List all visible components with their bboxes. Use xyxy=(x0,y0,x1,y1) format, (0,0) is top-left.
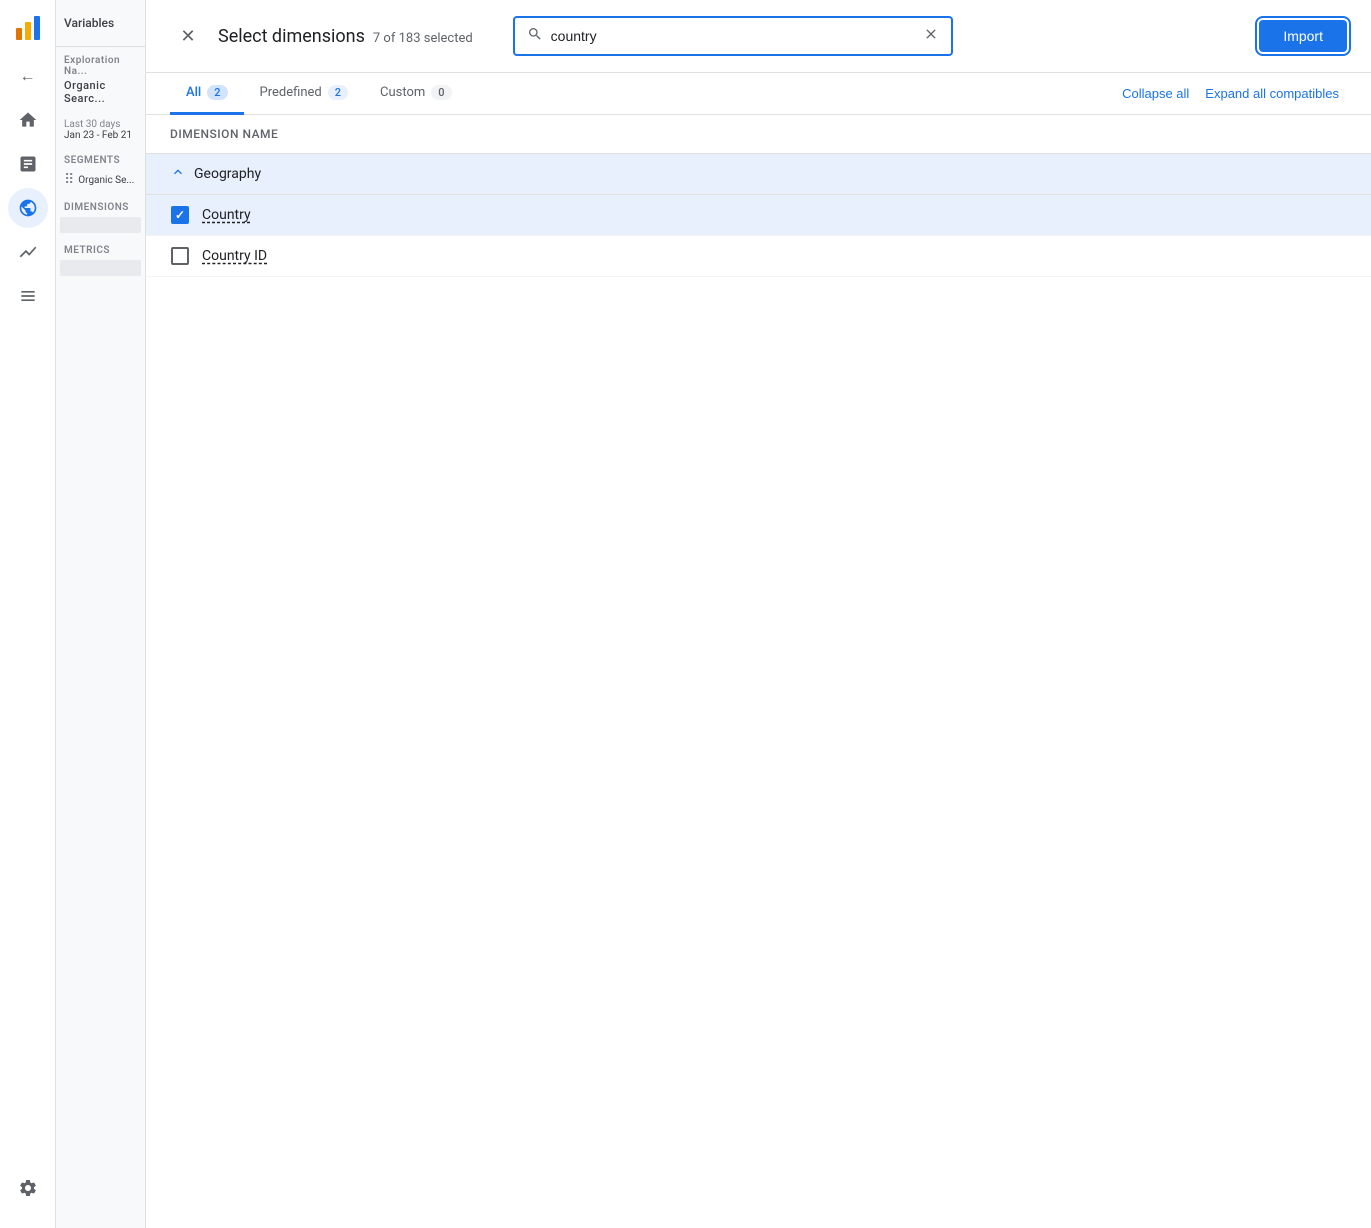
tab-all[interactable]: All 2 xyxy=(170,73,244,115)
country-id-checkbox[interactable] xyxy=(171,247,189,265)
sidebar-item-advertising[interactable] xyxy=(8,232,48,272)
collapse-all-button[interactable]: Collapse all xyxy=(1114,78,1197,109)
modal-title-area: Select dimensions 7 of 183 selected xyxy=(218,26,501,47)
country-id-dimension-row[interactable]: Country ID xyxy=(146,236,1371,277)
country-id-dimension-name: Country ID xyxy=(202,248,267,264)
tab-all-badge: 2 xyxy=(207,85,227,100)
exploration-value: Organic Searc... xyxy=(64,79,137,105)
tab-custom[interactable]: Custom 0 xyxy=(364,73,468,115)
exploration-section: Exploration Na... Organic Searc... xyxy=(56,47,145,113)
search-icon xyxy=(527,26,543,46)
country-checkbox[interactable]: ✓ xyxy=(171,206,189,224)
left-panel: Variables Exploration Na... Organic Sear… xyxy=(56,0,146,1228)
sidebar: ← xyxy=(0,0,56,1228)
modal-header: ✕ Select dimensions 7 of 183 selected Im… xyxy=(146,0,1371,73)
tab-all-label: All xyxy=(186,85,201,100)
country-id-checkbox-wrap[interactable] xyxy=(170,246,190,266)
app-logo xyxy=(8,8,48,48)
country-dimension-name: Country xyxy=(202,207,251,223)
dimensions-placeholder xyxy=(60,217,141,233)
dimension-name-header: Dimension name xyxy=(170,127,278,141)
date-range-value: Jan 23 - Feb 21 xyxy=(64,130,137,141)
country-checkbox-wrap[interactable]: ✓ xyxy=(170,205,190,225)
modal-title: Select dimensions xyxy=(218,26,365,47)
sidebar-item-home[interactable] xyxy=(8,100,48,140)
dimensions-table: Dimension name Geography ✓ Country Co xyxy=(146,115,1371,1228)
select-dimensions-modal: ✕ Select dimensions 7 of 183 selected Im… xyxy=(146,0,1371,1228)
sidebar-item-back[interactable]: ← xyxy=(8,56,48,96)
dimensions-label: DIMENSIONS xyxy=(56,190,145,217)
tab-custom-label: Custom xyxy=(380,85,425,100)
sidebar-bottom xyxy=(8,1168,48,1212)
tab-predefined[interactable]: Predefined 2 xyxy=(244,73,364,115)
sidebar-item-reports[interactable] xyxy=(8,144,48,184)
country-checkbox-check: ✓ xyxy=(175,209,185,221)
modal-close-button[interactable]: ✕ xyxy=(170,18,206,54)
search-bar[interactable] xyxy=(513,16,953,56)
date-range-section: Last 30 days Jan 23 - Feb 21 xyxy=(56,113,145,147)
modal-tabs: All 2 Predefined 2 Custom 0 Collapse all… xyxy=(146,73,1371,115)
country-dimension-row[interactable]: ✓ Country xyxy=(146,195,1371,236)
sidebar-item-settings[interactable] xyxy=(8,1168,48,1208)
date-range-label: Last 30 days xyxy=(64,119,137,130)
tab-custom-badge: 0 xyxy=(431,85,451,100)
metrics-label: METRICS xyxy=(56,233,145,260)
tab-predefined-badge: 2 xyxy=(328,85,348,100)
import-button[interactable]: Import xyxy=(1259,20,1347,52)
exploration-label: Exploration Na... xyxy=(64,55,137,77)
expand-all-button[interactable]: Expand all compatibles xyxy=(1197,78,1347,109)
variables-tab[interactable]: Variables xyxy=(56,0,145,47)
geography-group-name: Geography xyxy=(194,166,261,182)
close-icon: ✕ xyxy=(180,26,195,47)
segments-value: ⠿ Organic Se... xyxy=(56,170,145,190)
clear-search-icon[interactable] xyxy=(923,26,939,46)
geography-group-row[interactable]: Geography xyxy=(146,154,1371,195)
segments-label: SEGMENTS xyxy=(56,147,145,170)
metrics-placeholder xyxy=(60,260,141,276)
search-input[interactable] xyxy=(551,28,915,44)
sidebar-item-explore[interactable] xyxy=(8,188,48,228)
modal-subtitle: 7 of 183 selected xyxy=(373,31,473,46)
geography-chevron-icon xyxy=(170,164,186,184)
table-header-row: Dimension name xyxy=(146,115,1371,154)
sidebar-item-configure[interactable] xyxy=(8,276,48,316)
tab-predefined-label: Predefined xyxy=(260,85,322,100)
